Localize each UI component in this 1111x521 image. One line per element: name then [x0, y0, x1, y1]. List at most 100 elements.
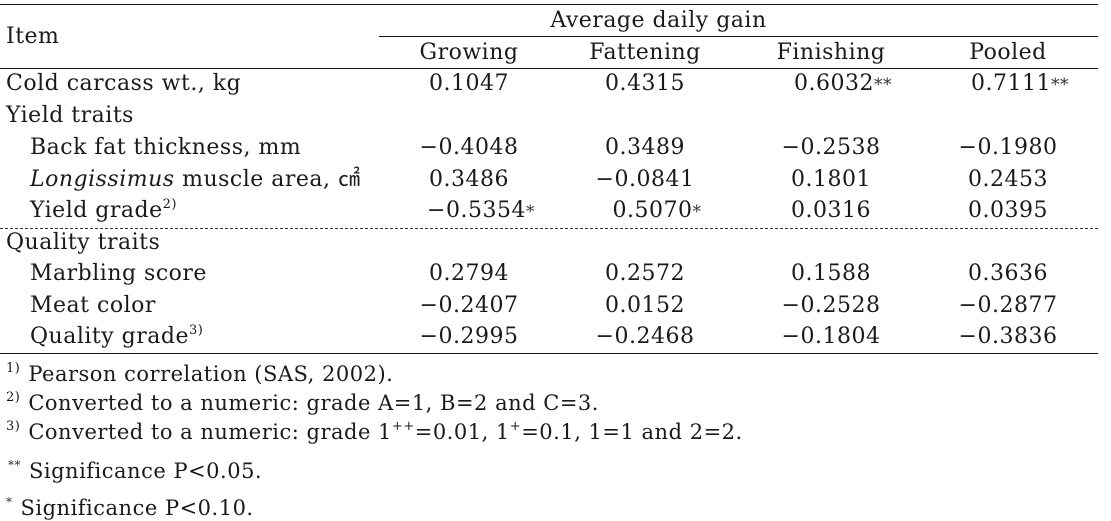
footnote-text: Significance P<0.10. — [20, 496, 254, 520]
table-cell: −0.0841 — [555, 167, 735, 193]
row-label: Marbling score — [30, 261, 207, 287]
cell-value: 0.6032 — [794, 71, 874, 96]
section-divider-rule — [0, 228, 1098, 229]
significance-mark: ** — [1050, 75, 1069, 95]
row-label-text: Yield grade — [30, 198, 163, 223]
table-cell: −0.1804 — [741, 324, 921, 350]
table-cell: 0.0395 — [918, 198, 1098, 224]
table-cell: −0.2468 — [555, 324, 735, 350]
table-top-rule — [0, 4, 1098, 5]
group-header-text: Average daily gain — [550, 8, 767, 33]
row-label: Longissimus muscle area, ㎠ — [30, 167, 361, 193]
row-label-text: Yield traits — [6, 103, 134, 128]
footnote-mark: 3) — [6, 419, 21, 434]
cell-value: 0.0152 — [605, 293, 685, 318]
row-label-text: Cold carcass wt., kg — [6, 71, 242, 96]
table-cell: 0.1801 — [741, 167, 921, 193]
section-label: Yield traits — [6, 103, 134, 129]
cell-value: 0.5070 — [612, 198, 693, 223]
row-label-italic: Longissimus — [30, 167, 175, 192]
cell-value: −0.0841 — [595, 167, 695, 192]
table-cell: −0.3836 — [918, 324, 1098, 350]
footnote-mark: * — [6, 495, 13, 509]
row-label: Cold carcass wt., kg — [6, 71, 241, 97]
table-cell: 0.2572 — [555, 261, 735, 287]
group-header-rule — [379, 36, 1098, 37]
footnote-ref: 2) — [162, 197, 177, 212]
item-column-header: Item — [6, 24, 60, 49]
column-header-finishing: Finishing — [776, 40, 886, 65]
cell-value: 0.2572 — [605, 261, 685, 286]
table-cell: 0.0152 — [555, 293, 735, 319]
cell-value: −0.4048 — [419, 135, 519, 160]
footnote: * Significance P<0.10. — [6, 489, 254, 521]
footnote-text: Converted to a numeric: grade 1 — [28, 420, 392, 444]
cell-value: 0.3636 — [968, 261, 1048, 286]
table-cell: 0.3489 — [555, 135, 735, 161]
cell-value: −0.3836 — [958, 324, 1058, 349]
footnote-text: Significance P<0.05. — [29, 459, 263, 483]
cell-value: −0.2995 — [419, 324, 519, 349]
column-header-growing: Growing — [419, 40, 519, 65]
row-label: Back fat thickness, mm — [30, 135, 301, 161]
row-label-text: Marbling score — [30, 261, 207, 286]
table-cell: −0.2407 — [379, 293, 559, 319]
footnote-text: =0.1, 1=1 and 2=2. — [521, 420, 743, 444]
cell-value: 0.1801 — [791, 167, 871, 192]
table-cell: 0.4315 — [555, 71, 735, 97]
footnote-mark: ** — [8, 458, 21, 472]
table-cell: 0.3636 — [918, 261, 1098, 287]
cell-value: −0.2528 — [781, 293, 881, 318]
grade-superscript: + — [509, 419, 522, 434]
footnote-text: Pearson correlation (SAS, 2002). — [28, 362, 394, 386]
table-cell: 0.7111** — [930, 71, 1110, 98]
cell-value: 0.3486 — [429, 167, 509, 192]
table-cell: −0.1980 — [918, 135, 1098, 161]
header-bottom-rule — [0, 68, 1098, 69]
cell-value: −0.1804 — [781, 324, 881, 349]
cell-value: 0.2453 — [968, 167, 1048, 192]
cell-value: 0.4315 — [605, 71, 685, 96]
footnote-ref: 3) — [188, 323, 204, 338]
row-label-text: muscle area, ㎠ — [174, 167, 361, 192]
significance-mark: ** — [873, 75, 892, 95]
footnote-text: Converted to a numeric: grade A=1, B=2 a… — [28, 391, 599, 415]
footnote: 3) Converted to a numeric: grade 1++=0.01… — [6, 414, 743, 445]
footnote: ** Significance P<0.05. — [8, 452, 262, 484]
grade-superscript: ++ — [391, 419, 415, 434]
table-cell: 0.1047 — [379, 71, 559, 97]
cell-value: −0.1980 — [958, 135, 1058, 160]
cell-value: 0.7111 — [971, 71, 1051, 96]
table-cell: −0.2995 — [379, 324, 559, 350]
cell-value: −0.2468 — [595, 324, 695, 349]
table-cell: −0.2877 — [918, 293, 1098, 319]
cell-value: 0.0316 — [791, 198, 871, 223]
cell-value: 0.1047 — [429, 71, 509, 96]
cell-value: −0.2538 — [781, 135, 881, 160]
section-label: Quality traits — [6, 230, 160, 256]
table-bottom-rule — [0, 353, 1098, 354]
cell-value: 0.0395 — [968, 198, 1048, 223]
row-label: Yield grade2) — [30, 198, 177, 224]
cell-value: −0.2407 — [419, 293, 519, 318]
footnote: 2) Converted to a numeric: grade A=1, B=2… — [6, 385, 599, 416]
footnote-mark: 2) — [6, 390, 21, 405]
significance-mark: * — [525, 202, 535, 222]
footnote: 1) Pearson correlation (SAS, 2002). — [6, 356, 393, 387]
table-cell: −0.2528 — [741, 293, 921, 319]
average-daily-gain-header: Average daily gain — [379, 8, 1098, 34]
cell-value: 0.1588 — [791, 261, 871, 286]
table-cell: 0.6032** — [753, 71, 933, 98]
row-label: Quality grade3) — [30, 324, 203, 350]
footnote-text: =0.01, 1 — [414, 420, 510, 444]
table-cell: −0.5354* — [391, 198, 571, 225]
table-cell: 0.5070* — [567, 198, 747, 225]
column-header-pooled: Pooled — [969, 40, 1047, 65]
cell-value: −0.2877 — [958, 293, 1058, 318]
cell-value: 0.3489 — [605, 135, 685, 160]
table-cell: 0.2453 — [918, 167, 1098, 193]
row-label-text: Quality grade — [30, 324, 189, 349]
cell-value: 0.2794 — [429, 261, 509, 286]
cell-value: −0.5354 — [427, 198, 526, 223]
row-label-text: Back fat thickness, mm — [30, 135, 302, 160]
